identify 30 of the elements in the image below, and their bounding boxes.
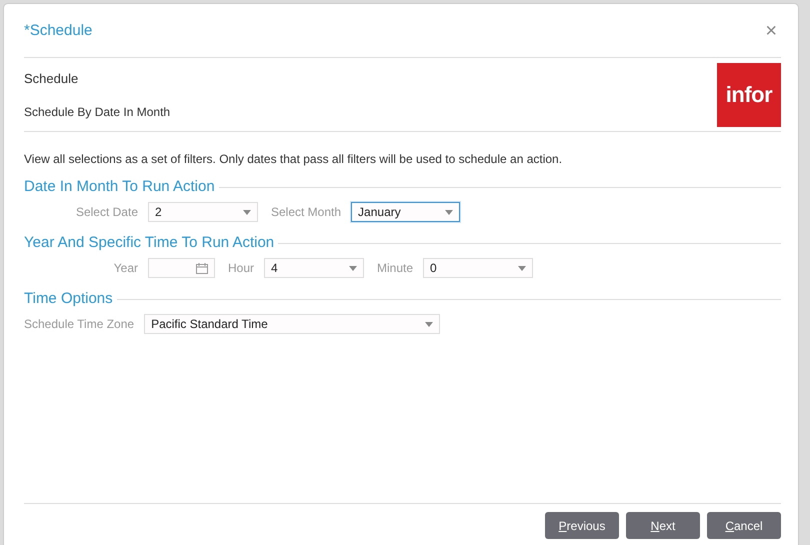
- footer-button[interactable]: Next: [626, 512, 700, 539]
- dropdown-field[interactable]: 2: [148, 202, 258, 222]
- header-subtitle: Schedule By Date In Month: [24, 105, 170, 119]
- footer-button[interactable]: Previous: [545, 512, 619, 539]
- header-title: Schedule: [24, 71, 80, 86]
- dropdown-field[interactable]: January: [351, 202, 460, 222]
- field-label: Schedule Time Zone: [24, 317, 134, 331]
- dropdown-field[interactable]: Pacific Standard Time: [144, 314, 440, 334]
- dropdown-field[interactable]: 0: [423, 258, 534, 278]
- dialog-title: *Schedule: [24, 22, 92, 39]
- field-label: Select Date: [74, 205, 138, 219]
- field-label: Year: [112, 261, 138, 275]
- dropdown-arrow-icon: [349, 266, 358, 270]
- date-field[interactable]: [148, 258, 215, 278]
- dropdown-arrow-icon: [445, 210, 454, 214]
- field-label: Hour: [228, 261, 254, 275]
- section-title: Year And Specific Time To Run Action: [24, 234, 274, 251]
- calendar-icon: [196, 262, 208, 274]
- section-title: Time Options: [24, 290, 113, 307]
- footer-button[interactable]: Cancel: [707, 512, 781, 539]
- dropdown-arrow-icon: [518, 266, 526, 270]
- description-text: View all selections as a set of filters. Only dates that pass all filters will be used to schedule an action.: [24, 152, 564, 166]
- dropdown-arrow-icon: [243, 210, 251, 214]
- dropdown-arrow-icon: [425, 322, 434, 326]
- field-label: Select Month: [271, 205, 342, 219]
- logo: infor: [717, 63, 781, 127]
- dropdown-field[interactable]: 4: [264, 258, 364, 278]
- section-title: Date In Month To Run Action: [24, 178, 215, 195]
- field-label: Minute: [377, 261, 414, 275]
- close-button[interactable]: ×: [761, 20, 781, 40]
